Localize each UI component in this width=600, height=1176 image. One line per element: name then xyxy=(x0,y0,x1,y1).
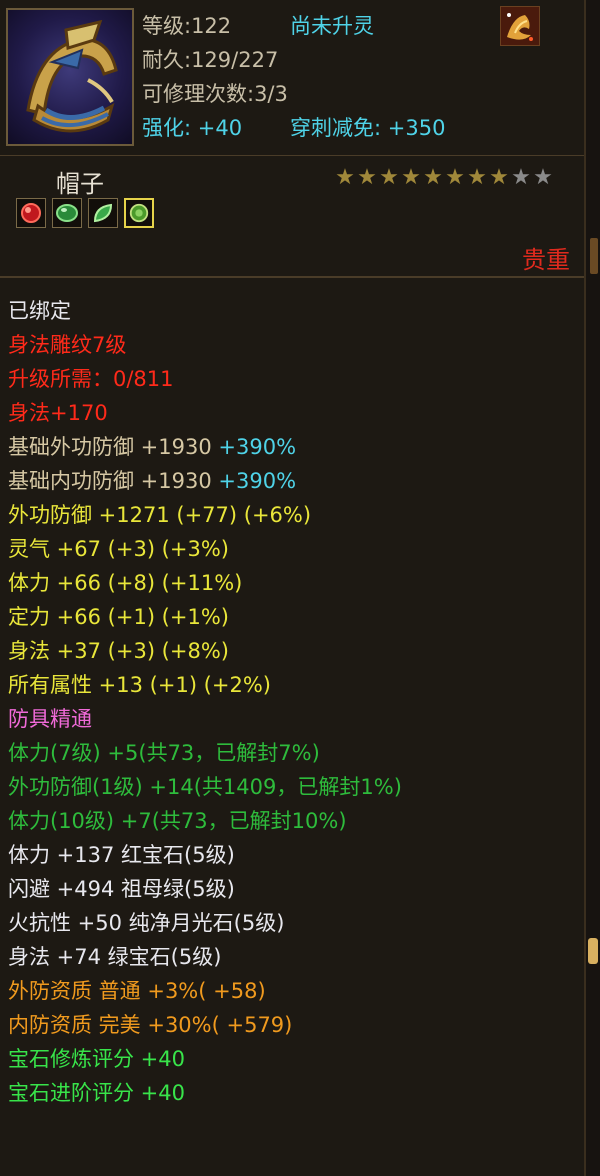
attribute-line: 内防资质 完美 +30%( +579) xyxy=(8,1008,578,1042)
attribute-text: 体力(7级) +5(共73，已解封7%) xyxy=(8,741,320,765)
durability-value: :129/227 xyxy=(184,48,279,72)
repair-value: :3/3 xyxy=(247,82,288,106)
item-tooltip-panel: 等级:122 尚未升灵 耐久:129/227 可修理次数:3/3 强化: +40… xyxy=(0,0,600,1176)
star-empty-icon: ★ xyxy=(533,165,553,190)
attribute-text: 外防资质 普通 +3%( +58) xyxy=(8,979,266,1003)
pierce-value: +350 xyxy=(387,116,446,140)
star-filled-icon: ★ xyxy=(379,165,399,190)
frame-ornament xyxy=(590,238,598,274)
attribute-line: 体力 +137 红宝石(5级) xyxy=(8,838,578,872)
attribute-bonus: +390% xyxy=(211,469,297,493)
star-filled-icon: ★ xyxy=(467,165,487,190)
attribute-text: 火抗性 +50 纯净月光石(5级) xyxy=(8,911,285,935)
gem-slots xyxy=(16,198,154,228)
emerald-gem-icon[interactable] xyxy=(124,198,154,228)
enhance-label: 强化: xyxy=(142,116,192,140)
attribute-text: 基础内功防御 +1930 xyxy=(8,469,212,493)
attribute-line: 宝石进阶评分 +40 xyxy=(8,1076,578,1110)
attribute-line: 体力(7级) +5(共73，已解封7%) xyxy=(8,736,578,770)
attribute-line: 体力(10级) +7(共73，已解封10%) xyxy=(8,804,578,838)
frame-ornament xyxy=(588,938,598,964)
attribute-line: 体力 +66 (+8) (+11%) xyxy=(8,566,578,600)
item-header: 等级:122 尚未升灵 耐久:129/227 可修理次数:3/3 强化: +40… xyxy=(0,0,584,156)
quality-label: 贵重 xyxy=(522,246,570,274)
green-leaf-gem-icon[interactable] xyxy=(88,198,118,228)
attribute-line: 身法 +74 绿宝石(5级) xyxy=(8,940,578,974)
star-empty-icon: ★ xyxy=(511,165,531,190)
enhance-line: 强化: +40 xyxy=(142,112,242,142)
attribute-text: 体力(10级) +7(共73，已解封10%) xyxy=(8,809,347,833)
attribute-line: 外防资质 普通 +3%( +58) xyxy=(8,974,578,1008)
enhance-value: +40 xyxy=(197,116,243,140)
star-filled-icon: ★ xyxy=(401,165,421,190)
attribute-text: 身法+170 xyxy=(8,401,108,425)
attribute-line: 基础外功防御 +1930 +390% xyxy=(8,430,578,464)
repair-line: 可修理次数:3/3 xyxy=(142,78,288,108)
attribute-text: 灵气 +67 (+3) (+3%) xyxy=(8,537,229,561)
attribute-text: 体力 +137 红宝石(5级) xyxy=(8,843,235,867)
attribute-text: 外功防御(1级) +14(共1409，已解封1%) xyxy=(8,775,402,799)
right-edge-frame xyxy=(584,0,600,1176)
attribute-text: 身法 +74 绿宝石(5级) xyxy=(8,945,222,969)
level-label: 等级 xyxy=(142,14,184,38)
spirit-upgrade-icon[interactable] xyxy=(500,6,540,46)
attribute-text: 升级所需：0/811 xyxy=(8,367,174,391)
attribute-text: 身法 +37 (+3) (+8%) xyxy=(8,639,229,663)
attribute-bonus: +390% xyxy=(211,435,297,459)
attribute-text: 身法雕纹7级 xyxy=(8,333,127,357)
attribute-line: 灵气 +67 (+3) (+3%) xyxy=(8,532,578,566)
attribute-text: 体力 +66 (+8) (+11%) xyxy=(8,571,243,595)
durability-line: 耐久:129/227 xyxy=(142,44,278,74)
item-name: 帽子 xyxy=(56,170,104,198)
attribute-text: 所有属性 +13 (+1) (+2%) xyxy=(8,673,271,697)
attribute-line: 身法雕纹7级 xyxy=(8,328,578,362)
star-filled-icon: ★ xyxy=(445,165,465,190)
star-filled-icon: ★ xyxy=(423,165,443,190)
attribute-text: 定力 +66 (+1) (+1%) xyxy=(8,605,229,629)
pierce-line: 穿刺减免: +350 xyxy=(290,112,445,142)
star-filled-icon: ★ xyxy=(357,165,377,190)
attribute-text: 宝石修炼评分 +40 xyxy=(8,1047,185,1071)
attribute-text: 外功防御 +1271 (+77) (+6%) xyxy=(8,503,312,527)
attribute-text: 基础外功防御 +1930 xyxy=(8,435,212,459)
red-gem-icon[interactable] xyxy=(16,198,46,228)
attribute-text: 内防资质 完美 +30%( +579) xyxy=(8,1013,293,1037)
attribute-line: 宝石修炼评分 +40 xyxy=(8,1042,578,1076)
attribute-text: 闪避 +494 祖母绿(5级) xyxy=(8,877,235,901)
level-value: :122 xyxy=(184,14,232,38)
attribute-line: 基础内功防御 +1930 +390% xyxy=(8,464,578,498)
attribute-list: 已绑定身法雕纹7级升级所需：0/811 身法+170 基础外功防御 +1930 +3… xyxy=(8,294,578,1110)
hat-item-icon[interactable] xyxy=(6,8,134,146)
attribute-line: 定力 +66 (+1) (+1%) xyxy=(8,600,578,634)
repair-label: 可修理次数 xyxy=(142,82,247,106)
attribute-line: 身法+170 xyxy=(8,396,578,430)
attribute-line: 闪避 +494 祖母绿(5级) xyxy=(8,872,578,906)
attribute-line: 外功防御 +1271 (+77) (+6%) xyxy=(8,498,578,532)
item-title-row: 帽子 ★ ★ ★ ★ ★ ★ ★ ★ ★ ★ 贵重 xyxy=(0,158,584,276)
attribute-text: 已绑定 xyxy=(8,299,71,323)
attribute-line: 所有属性 +13 (+1) (+2%) xyxy=(8,668,578,702)
attribute-line: 已绑定 xyxy=(8,294,578,328)
green-gem-icon[interactable] xyxy=(52,198,82,228)
attribute-line: 火抗性 +50 纯净月光石(5级) xyxy=(8,906,578,940)
upgrade-status: 尚未升灵 xyxy=(290,14,374,38)
star-filled-icon: ★ xyxy=(335,165,355,190)
star-filled-icon: ★ xyxy=(489,165,509,190)
level-line: 等级:122 xyxy=(142,10,231,40)
attribute-text: 宝石进阶评分 +40 xyxy=(8,1081,185,1105)
attribute-text: 防具精通 xyxy=(8,707,92,731)
pierce-label: 穿刺减免: xyxy=(290,116,382,140)
attribute-line: 防具精通 xyxy=(8,702,578,736)
attribute-line: 升级所需：0/811 xyxy=(8,362,578,396)
star-rating: ★ ★ ★ ★ ★ ★ ★ ★ ★ ★ xyxy=(334,166,554,192)
section-divider xyxy=(0,276,584,278)
attribute-line: 外功防御(1级) +14(共1409，已解封1%) xyxy=(8,770,578,804)
attribute-line: 身法 +37 (+3) (+8%) xyxy=(8,634,578,668)
durability-label: 耐久 xyxy=(142,48,184,72)
